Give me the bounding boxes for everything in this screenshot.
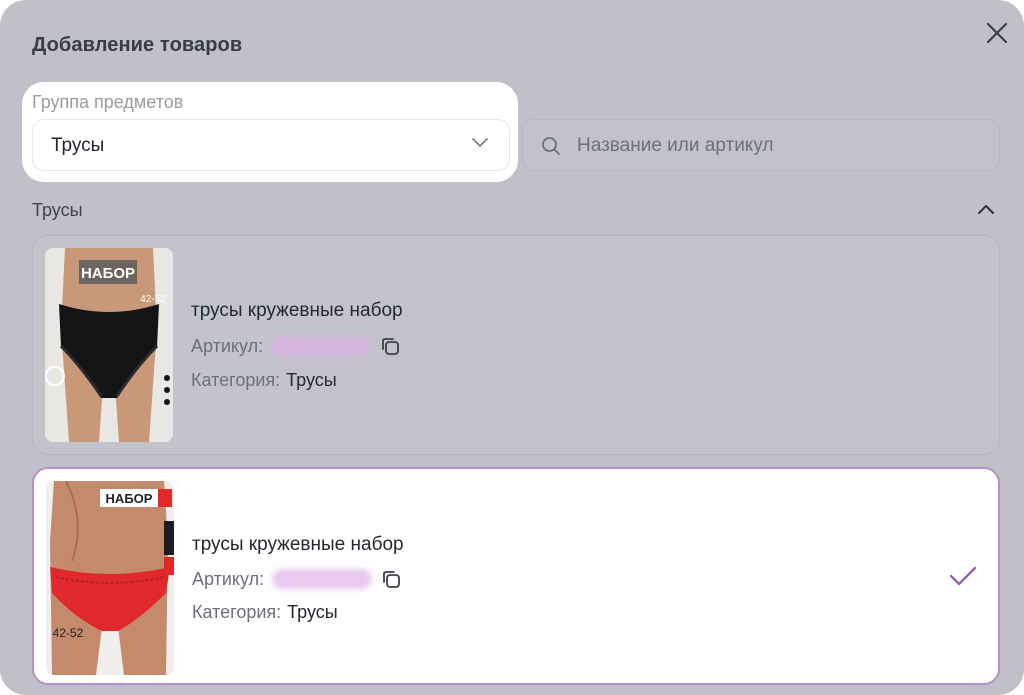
article-value-redacted — [271, 336, 372, 356]
article-value-redacted — [272, 569, 373, 589]
chevron-down-icon — [472, 138, 488, 147]
group-select-value: Трусы — [51, 135, 105, 156]
image-size: 42-52 — [140, 294, 166, 305]
article-label: Артикул: — [192, 568, 265, 589]
category-value: Трусы — [286, 370, 337, 390]
product-article: Артикул: — [191, 335, 401, 357]
search-input[interactable]: Название или артикул — [522, 119, 1000, 171]
article-label: Артикул: — [191, 335, 264, 356]
product-article: Артикул: — [192, 568, 402, 590]
image-caption: НАБОР — [81, 265, 135, 282]
chevron-up-icon — [978, 205, 994, 214]
modal-title: Добавление товаров — [32, 34, 243, 56]
search-icon — [542, 137, 560, 155]
product-card-selected[interactable]: НАБОР 42-52 трусы кружевные набор Артику… — [32, 467, 1000, 685]
product-image: НАБОР 42-52 — [46, 481, 174, 675]
product-title: трусы кружевные набор — [192, 534, 404, 555]
section-collapse-button[interactable] — [972, 198, 1000, 222]
checkmark-icon — [949, 566, 977, 586]
copy-icon[interactable] — [379, 335, 401, 357]
category-label: Категория: — [191, 370, 281, 390]
section-title: Трусы — [32, 200, 83, 220]
product-card[interactable]: НАБОР 42-52 трусы кружевные набор Артику… — [32, 235, 1000, 455]
product-title: трусы кружевные набор — [191, 300, 403, 321]
group-select[interactable]: Трусы — [32, 119, 510, 171]
image-caption: НАБОР — [106, 491, 153, 506]
product-category: Категория: Трусы — [191, 370, 337, 391]
search-placeholder: Название или артикул — [577, 135, 774, 156]
group-filter-panel: Группа предметов Трусы — [22, 82, 518, 182]
image-size: 42-52 — [53, 626, 84, 640]
close-button[interactable] — [980, 16, 1014, 50]
category-value: Трусы — [287, 602, 338, 622]
copy-icon[interactable] — [380, 568, 402, 590]
close-icon — [986, 22, 1008, 44]
category-label: Категория: — [192, 602, 282, 622]
product-image: НАБОР 42-52 — [45, 248, 173, 442]
product-category: Категория: Трусы — [192, 602, 338, 623]
add-products-modal: Добавление товаров Группа предметов Трус… — [0, 0, 1024, 695]
group-label: Группа предметов — [32, 92, 184, 112]
